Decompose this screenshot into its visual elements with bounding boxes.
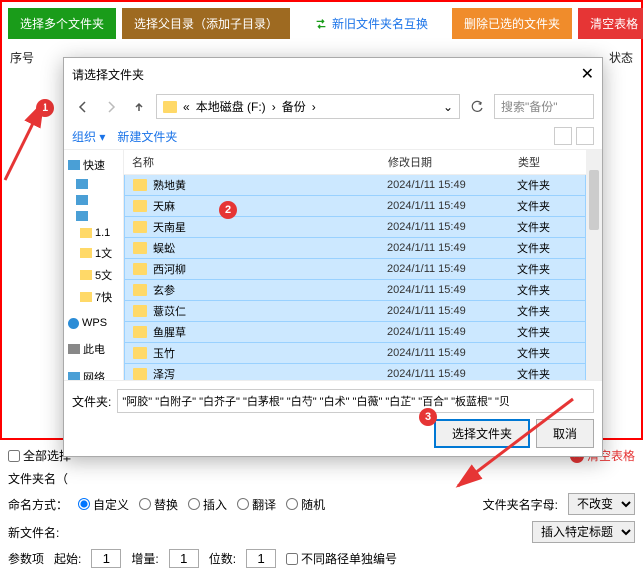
dialog-nav: « 本地磁盘 (F:) › 备份 › ⌄ 搜索"备份": [64, 90, 602, 123]
view-mode-button[interactable]: [554, 127, 572, 145]
file-row[interactable]: 薏苡仁2024/1/11 15:49文件夹: [124, 301, 586, 322]
start-input[interactable]: [91, 549, 121, 568]
folder-icon: [133, 305, 147, 317]
folder-picker-dialog: 请选择文件夹 ✕ « 本地磁盘 (F:) › 备份 › ⌄ 搜索"备份" 组织 …: [63, 57, 603, 457]
organize-menu[interactable]: 组织 ▾: [72, 128, 105, 145]
close-icon[interactable]: ✕: [581, 64, 594, 84]
folder-icon: [133, 368, 147, 380]
newname-label: 新文件名:: [8, 524, 59, 541]
nav-tree: 快速 1.1 1文 5文 7快 WPS 此电 网络: [64, 150, 124, 380]
suffix-label: 文件夹名字母:: [483, 496, 558, 513]
dialog-footer: 文件夹: "阿胶" "白附子" "白芥子" "白茅根" "白芍" "白术" "白…: [64, 380, 602, 456]
tree-pinned[interactable]: [66, 176, 121, 192]
tree-folder[interactable]: 1.1: [66, 224, 121, 242]
folder-icon: [133, 200, 147, 212]
help-button[interactable]: [576, 127, 594, 145]
tree-quick-access[interactable]: 快速: [66, 154, 121, 176]
select-folder-button[interactable]: 选择文件夹: [434, 419, 530, 448]
file-list: 名称 修改日期 类型 熟地黄2024/1/11 15:49文件夹天麻2024/1…: [124, 150, 586, 380]
folder-icon: [133, 179, 147, 191]
tree-network[interactable]: 网络: [66, 366, 121, 380]
search-input[interactable]: 搜索"备份": [494, 94, 594, 119]
folder-icon: [133, 326, 147, 338]
select-multi-folders-button[interactable]: 选择多个文件夹: [8, 8, 116, 39]
swap-icon: [314, 17, 328, 31]
folder-icon: [133, 347, 147, 359]
col-type-header[interactable]: 类型: [518, 154, 578, 170]
file-row[interactable]: 泽泻2024/1/11 15:49文件夹: [124, 364, 586, 380]
tree-wps[interactable]: WPS: [66, 314, 121, 332]
cancel-button[interactable]: 取消: [536, 419, 594, 448]
select-parent-dir-button[interactable]: 选择父目录（添加子目录）: [122, 8, 290, 39]
folder-icon: [133, 284, 147, 296]
col-index: 序号: [10, 49, 34, 66]
refresh-button[interactable]: [466, 96, 488, 118]
dialog-toolbar: 组织 ▾ 新建文件夹: [64, 123, 602, 150]
file-row[interactable]: 熟地黄2024/1/11 15:49文件夹: [124, 175, 586, 196]
radio-translate[interactable]: 翻译: [237, 496, 276, 513]
increment-input[interactable]: [169, 549, 199, 568]
filename-label: 文件夹名（: [8, 470, 68, 487]
radio-custom[interactable]: 自定义: [78, 496, 129, 513]
new-folder-button[interactable]: 新建文件夹: [117, 128, 177, 145]
tree-folder[interactable]: 7快: [66, 286, 121, 308]
folder-icon: [163, 101, 177, 113]
delete-selected-button[interactable]: 删除已选的文件夹: [452, 8, 572, 39]
folder-icon: [133, 263, 147, 275]
nav-back-button[interactable]: [72, 96, 94, 118]
tree-pinned[interactable]: [66, 192, 121, 208]
annotation-badge-2: 2: [219, 201, 237, 219]
clear-table-button[interactable]: 清空表格: [578, 8, 643, 39]
select-all-checkbox[interactable]: 全部选择: [8, 447, 71, 464]
nav-up-button[interactable]: [128, 96, 150, 118]
file-row[interactable]: 鱼腥草2024/1/11 15:49文件夹: [124, 322, 586, 343]
insert-specific-select[interactable]: 插入特定标题: [532, 521, 635, 543]
radio-replace[interactable]: 替换: [139, 496, 178, 513]
col-date-header[interactable]: 修改日期: [388, 154, 518, 170]
file-row[interactable]: 玄参2024/1/11 15:49文件夹: [124, 280, 586, 301]
file-row[interactable]: 天南星2024/1/11 15:49文件夹: [124, 217, 586, 238]
folder-icon: [133, 242, 147, 254]
suffix-select[interactable]: 不改变: [568, 493, 635, 515]
tree-this-pc[interactable]: 此电: [66, 338, 121, 360]
main-toolbar: 选择多个文件夹 选择父目录（添加子目录） 新旧文件夹名互换 删除已选的文件夹 清…: [0, 0, 643, 45]
dialog-titlebar: 请选择文件夹 ✕: [64, 58, 602, 90]
file-row[interactable]: 玉竹2024/1/11 15:49文件夹: [124, 343, 586, 364]
radio-random[interactable]: 随机: [286, 496, 325, 513]
folder-icon: [133, 221, 147, 233]
folder-name-input[interactable]: "阿胶" "白附子" "白芥子" "白茅根" "白芍" "白术" "白薇" "白…: [117, 389, 594, 413]
tree-folder[interactable]: 1文: [66, 242, 121, 264]
digits-input[interactable]: [246, 549, 276, 568]
annotation-badge-3: 3: [419, 408, 437, 426]
col-status: 状态: [609, 49, 633, 66]
file-row[interactable]: 蜈蚣2024/1/11 15:49文件夹: [124, 238, 586, 259]
col-name-header[interactable]: 名称: [132, 154, 388, 170]
list-header: 名称 修改日期 类型: [124, 150, 586, 175]
dialog-title-text: 请选择文件夹: [72, 66, 144, 83]
radio-insert[interactable]: 插入: [188, 496, 227, 513]
nav-forward-button[interactable]: [100, 96, 122, 118]
naming-label: 命名方式：: [8, 496, 68, 513]
params-label: 参数项: [8, 550, 44, 567]
swap-names-button[interactable]: 新旧文件夹名互换: [302, 8, 440, 39]
tree-folder[interactable]: 5文: [66, 264, 121, 286]
file-row[interactable]: 天麻2024/1/11 15:49文件夹: [124, 196, 586, 217]
file-row[interactable]: 西河柳2024/1/11 15:49文件夹: [124, 259, 586, 280]
annotation-badge-1: 1: [36, 99, 54, 117]
folder-field-label: 文件夹:: [72, 393, 111, 410]
diff-path-checkbox[interactable]: 不同路径单独编号: [286, 550, 397, 567]
vertical-scrollbar[interactable]: [586, 150, 602, 380]
breadcrumb[interactable]: « 本地磁盘 (F:) › 备份 › ⌄: [156, 94, 460, 119]
tree-pinned[interactable]: [66, 208, 121, 224]
bottom-options: 全部选择 ✕清空表格 文件夹名（ 命名方式： 自定义 替换 插入 翻译 随机 文…: [0, 440, 643, 575]
